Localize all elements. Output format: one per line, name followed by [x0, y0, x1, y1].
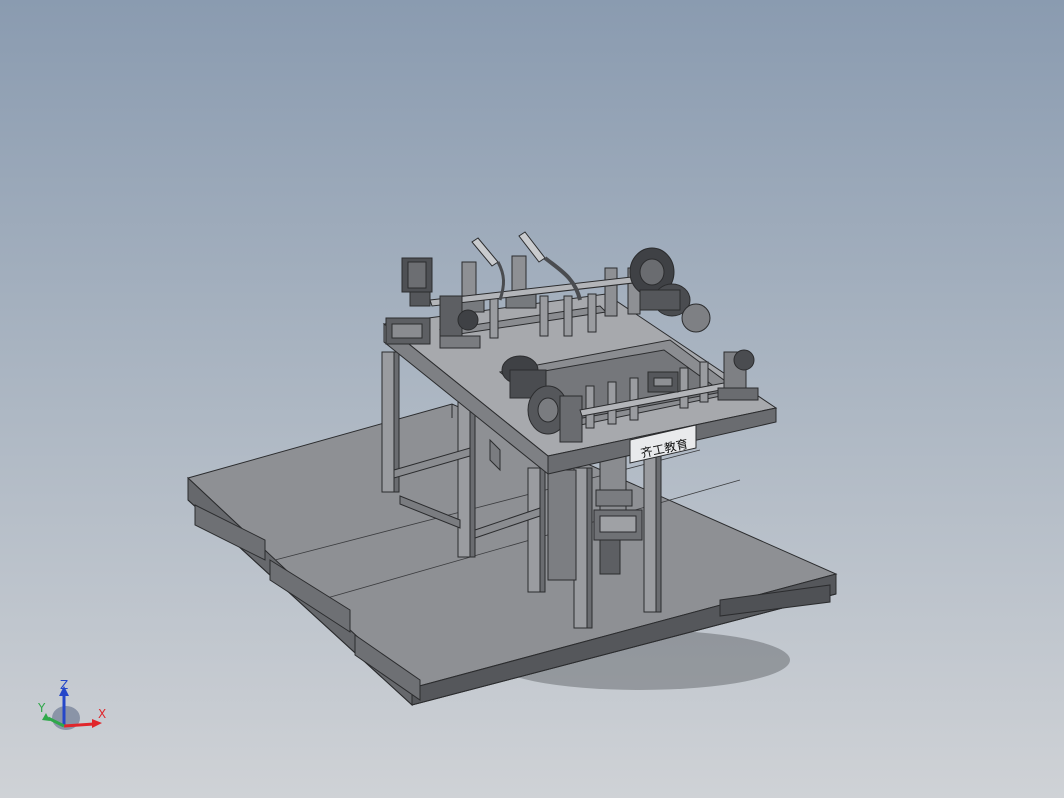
x-axis-arrow: [63, 722, 95, 728]
x-axis-label: X: [98, 707, 106, 721]
z-axis-label: Z: [60, 680, 68, 692]
y-axis-label: Y: [37, 701, 46, 715]
orientation-triad[interactable]: Z X Y: [34, 680, 114, 744]
graphics-viewport[interactable]: 齐工教育 Z X Y: [0, 0, 1064, 798]
assembly-model[interactable]: 齐工教育: [0, 0, 1064, 798]
